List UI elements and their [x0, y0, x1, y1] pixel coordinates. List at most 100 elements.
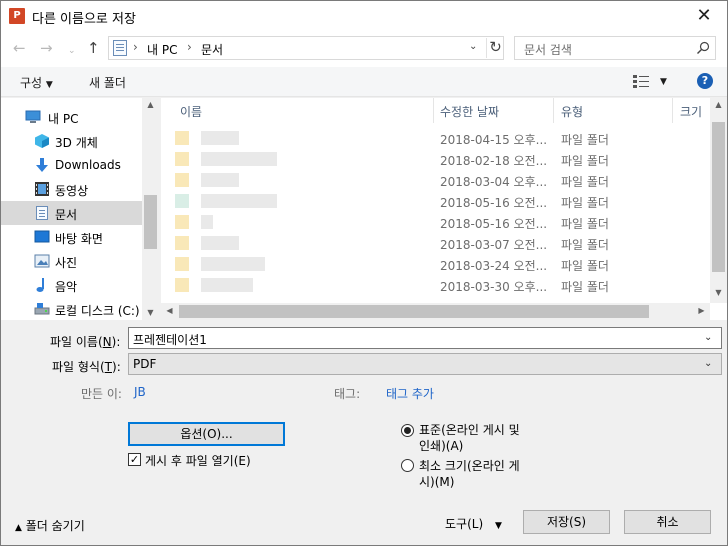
file-date: 2018-05-16 오전...: [440, 196, 548, 210]
back-arrow-icon[interactable]: ←: [13, 39, 26, 57]
filetype-value: PDF: [133, 357, 157, 371]
sidebar-item-music[interactable]: 음악: [1, 273, 142, 297]
search-icon[interactable]: [696, 41, 710, 55]
forward-arrow-icon[interactable]: →: [40, 39, 53, 57]
author-value[interactable]: JB: [134, 385, 146, 399]
table-row[interactable]: 2018-03-24 오전... 파일 폴더: [161, 254, 709, 275]
table-row[interactable]: 2018-04-15 오후... 파일 폴더: [161, 128, 709, 149]
file-type: 파일 폴더: [561, 217, 609, 231]
recent-locations-chevron-icon[interactable]: ⌄: [68, 42, 76, 60]
file-list: ⌃ 이름 수정한 날짜 유형 크기 2018-04-15 오후... 파일 폴더…: [161, 98, 727, 320]
new-folder-button[interactable]: 새 폴더: [89, 74, 126, 91]
cancel-button[interactable]: 취소: [624, 510, 711, 534]
toolbar: 구성 ▼ 새 폴더 ▼ ?: [1, 67, 727, 97]
filename-input[interactable]: 프레젠테이션1 ⌄: [128, 327, 722, 349]
chevron-down-icon[interactable]: ⌄: [704, 332, 712, 343]
sidebar-item-videos[interactable]: 동영상: [1, 177, 142, 201]
horizontal-scroll-thumb[interactable]: [179, 305, 649, 318]
file-list-vertical-scrollbar[interactable]: ▲ ▼: [710, 98, 727, 303]
blurred-filename: [201, 194, 277, 208]
scroll-down-icon[interactable]: ▼: [142, 308, 158, 317]
open-after-publish-checkbox[interactable]: ✓: [128, 453, 141, 466]
refresh-icon[interactable]: ↻: [486, 38, 504, 58]
sidebar-item-label: 내 PC: [48, 112, 79, 126]
optimize-minimum-label[interactable]: 최소 크기(온라인 게: [419, 457, 520, 474]
breadcrumb-documents[interactable]: 문서: [201, 41, 223, 58]
sidebar-item-downloads[interactable]: Downloads: [1, 153, 142, 177]
sidebar-item-desktop[interactable]: 바탕 화면: [1, 225, 142, 249]
column-header-name[interactable]: 이름: [180, 103, 202, 120]
file-date: 2018-05-16 오전...: [440, 217, 548, 231]
column-header-size[interactable]: 크기: [680, 103, 702, 120]
sidebar-item-local-disk[interactable]: 로컬 디스크 (C:): [1, 297, 142, 320]
folder-icon: [175, 257, 189, 271]
search-box[interactable]: 문서 검색: [514, 36, 716, 60]
address-bar[interactable]: › 내 PC › 문서 ⌄ ↻: [108, 36, 504, 60]
filetype-select[interactable]: PDF ⌄: [128, 353, 722, 375]
up-arrow-icon[interactable]: ↑: [87, 39, 100, 57]
file-date: 2018-03-24 오전...: [440, 259, 548, 273]
close-icon[interactable]: ✕: [681, 1, 727, 31]
sidebar-item-3d-objects[interactable]: 3D 개체: [1, 129, 142, 153]
tags-input[interactable]: 태그 추가: [386, 385, 434, 402]
scroll-down-icon[interactable]: ▼: [710, 288, 727, 297]
save-button[interactable]: 저장(S): [523, 510, 610, 534]
author-label: 만든 이:: [81, 387, 122, 401]
file-type: 파일 폴더: [561, 280, 609, 294]
sidebar-scroll-thumb[interactable]: [144, 195, 157, 249]
folder-icon: [175, 173, 189, 187]
chevron-down-icon[interactable]: ⌄: [704, 358, 712, 369]
scroll-up-icon[interactable]: ▲: [710, 100, 727, 109]
organize-button[interactable]: 구성 ▼: [20, 74, 53, 91]
blurred-filename: [201, 131, 239, 145]
sidebar-item-this-pc[interactable]: 내 PC: [1, 105, 142, 129]
optimize-standard-label[interactable]: 표준(온라인 게시 및: [419, 421, 520, 438]
table-row[interactable]: 2018-03-07 오전... 파일 폴더: [161, 233, 709, 254]
column-header-date[interactable]: 수정한 날짜: [440, 103, 499, 120]
scroll-left-icon[interactable]: ◀: [161, 306, 178, 315]
blurred-filename: [201, 215, 213, 229]
sidebar-item-documents[interactable]: 문서: [1, 201, 142, 225]
file-list-horizontal-scrollbar[interactable]: ◀ ▶: [161, 303, 710, 320]
scroll-right-icon[interactable]: ▶: [693, 306, 710, 315]
chevron-down-icon[interactable]: ⌄: [469, 41, 477, 52]
chevron-right-icon[interactable]: ›: [133, 40, 138, 54]
hide-folders-button[interactable]: ▲ 폴더 숨기기: [15, 517, 85, 534]
file-date: 2018-03-30 오후...: [440, 280, 548, 294]
filename-label: 파일 이름(N):: [50, 335, 121, 349]
column-header-type[interactable]: 유형: [561, 103, 583, 120]
vertical-scroll-thumb[interactable]: [712, 122, 725, 272]
optimize-standard-label-line2[interactable]: 인쇄)(A): [419, 437, 463, 454]
open-after-publish-label[interactable]: 게시 후 파일 열기(E): [145, 452, 251, 469]
chevron-right-icon[interactable]: ›: [187, 40, 192, 54]
sidebar-item-pictures[interactable]: 사진: [1, 249, 142, 273]
table-row[interactable]: 2018-05-16 오전... 파일 폴더: [161, 212, 709, 233]
column-divider[interactable]: [553, 98, 554, 123]
view-dropdown-chevron-icon[interactable]: ▼: [660, 77, 667, 87]
column-divider[interactable]: [433, 98, 434, 123]
chevron-up-icon: ▲: [15, 523, 22, 533]
file-type: 파일 폴더: [561, 196, 609, 210]
column-divider[interactable]: [672, 98, 673, 123]
table-row[interactable]: 2018-05-16 오전... 파일 폴더: [161, 191, 709, 212]
optimize-standard-radio[interactable]: [401, 424, 414, 437]
help-icon[interactable]: ?: [697, 73, 713, 89]
sidebar-scrollbar[interactable]: ▲ ▼: [142, 98, 158, 320]
title-bar: P 다른 이름으로 저장 ✕: [1, 1, 727, 31]
optimize-minimum-label-line2[interactable]: 시)(M): [419, 473, 454, 490]
options-button[interactable]: 옵션(O)...: [128, 422, 285, 446]
filetype-label: 파일 형식(T):: [52, 360, 121, 374]
scroll-up-icon[interactable]: ▲: [142, 100, 158, 109]
folder-icon: [175, 131, 189, 145]
sidebar-item-label: 음악: [55, 280, 78, 294]
tools-button[interactable]: 도구(L) ▼: [445, 515, 502, 532]
table-row[interactable]: 2018-02-18 오전... 파일 폴더: [161, 149, 709, 170]
table-row[interactable]: 2018-03-30 오후... 파일 폴더: [161, 275, 709, 296]
folder-icon: [175, 236, 189, 250]
table-row[interactable]: 2018-03-04 오후... 파일 폴더: [161, 170, 709, 191]
optimize-minimum-radio[interactable]: [401, 459, 414, 472]
breadcrumb-this-pc[interactable]: 내 PC: [147, 41, 177, 58]
view-options-icon[interactable]: [633, 74, 651, 91]
folder-icon: [175, 194, 189, 208]
tags-label: 태그:: [334, 387, 361, 401]
